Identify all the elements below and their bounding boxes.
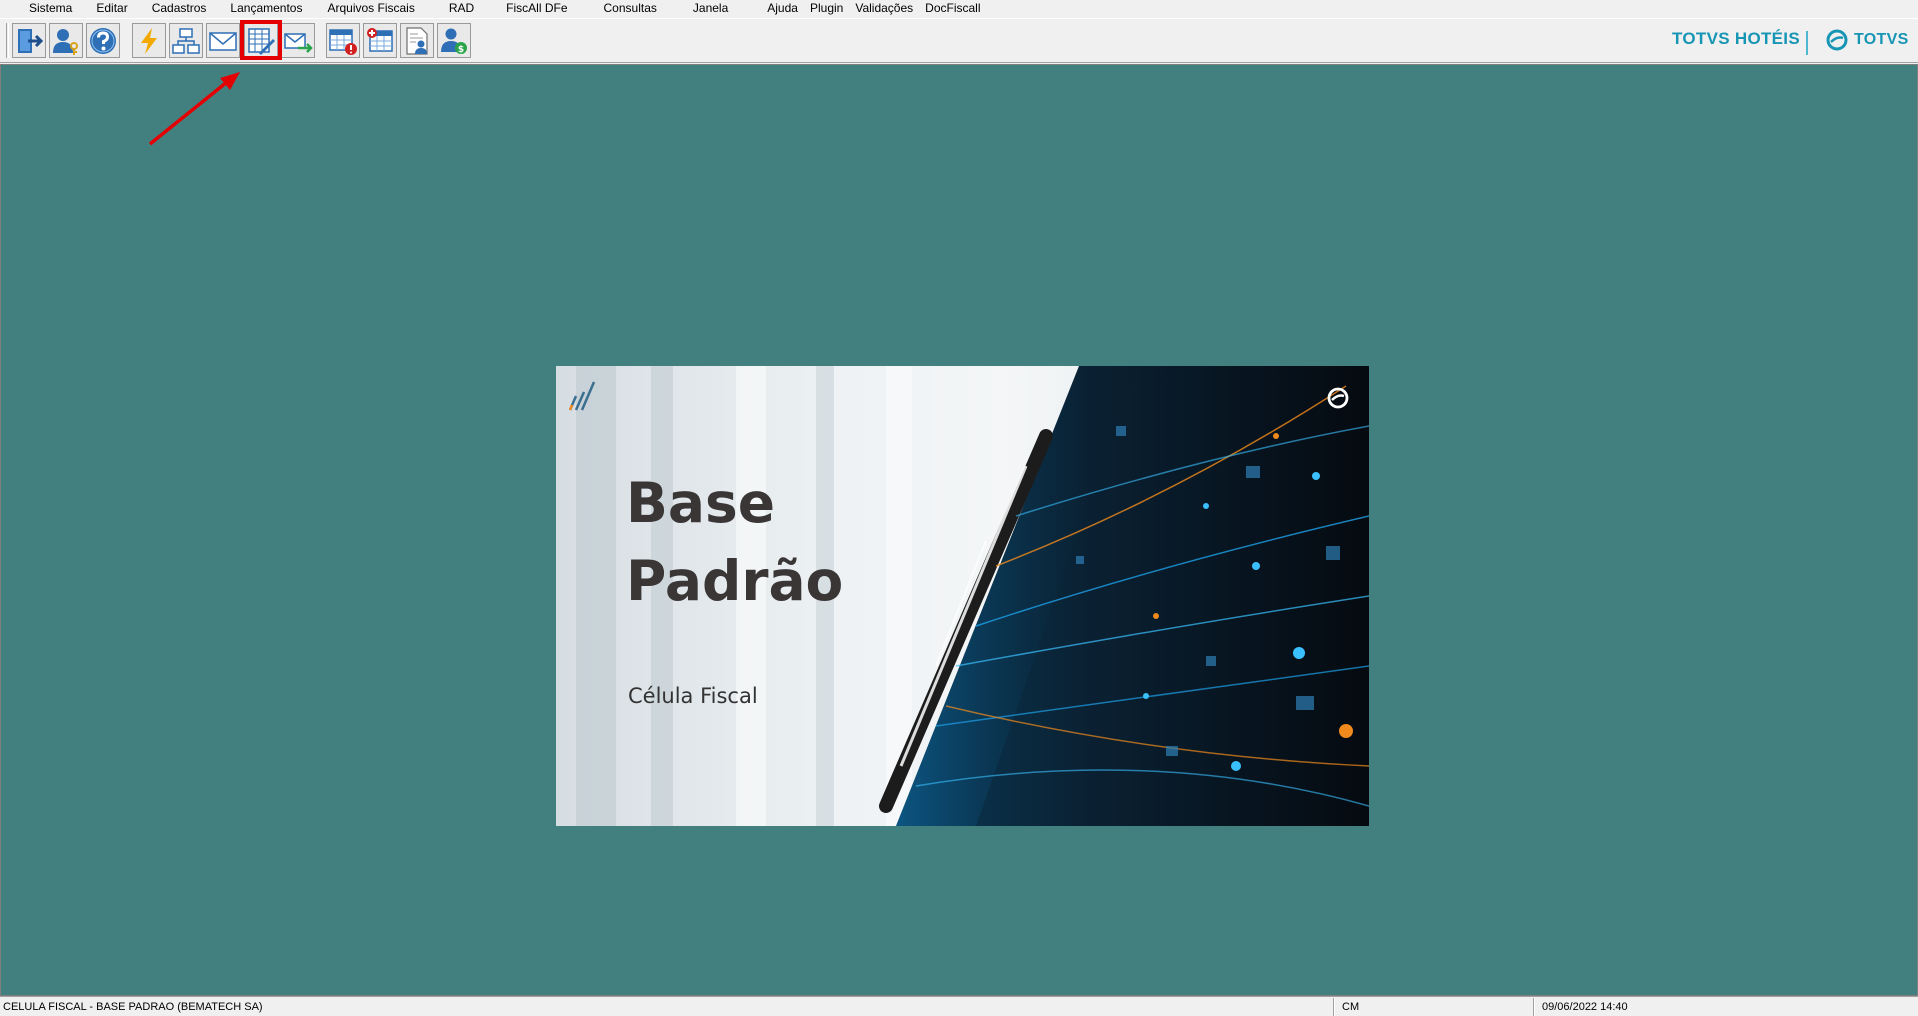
- brand-company: TOTVS: [1826, 29, 1909, 51]
- menu-rad[interactable]: RAD: [443, 0, 480, 18]
- splash-title: Base Padrão: [626, 464, 843, 620]
- toolbar-grip[interactable]: [6, 23, 9, 58]
- mail-icon: [209, 31, 237, 51]
- network-button[interactable]: [169, 23, 203, 58]
- spreadsheet-edit-button[interactable]: [244, 23, 278, 58]
- splash-title-line2: Padrão: [626, 549, 844, 613]
- exit-button[interactable]: [12, 23, 46, 58]
- calendar-alert-icon: [329, 28, 357, 55]
- menu-arquivos-fiscais[interactable]: Arquivos Fiscais: [321, 0, 420, 18]
- brand-separator: [1806, 31, 1808, 55]
- mdi-workspace: Base Padrão Célula Fiscal: [0, 64, 1918, 996]
- svg-text:$: $: [458, 45, 464, 55]
- menu-plugin[interactable]: Plugin: [804, 0, 849, 18]
- menu-consultas[interactable]: Consultas: [598, 0, 663, 18]
- help-icon: [90, 27, 116, 54]
- splash-banner: Base Padrão Célula Fiscal: [556, 366, 1369, 826]
- status-divider: [1533, 998, 1535, 1016]
- document-user-icon: [406, 26, 428, 55]
- status-divider: [1333, 998, 1335, 1016]
- document-user-button[interactable]: [400, 23, 434, 58]
- brand-product-name: TOTVS HOTÉIS: [1672, 29, 1800, 48]
- totvs-logo-icon: [1826, 29, 1848, 51]
- user-money-icon: $: [441, 28, 467, 55]
- splash-slash-mark-icon: [568, 381, 596, 411]
- menu-ajuda[interactable]: Ajuda: [761, 0, 804, 18]
- brand-company-name: TOTVS: [1854, 31, 1909, 48]
- mail-send-icon: [284, 32, 313, 53]
- toolbar: $ TOTVS HOTÉIS TOTVS: [0, 18, 1918, 63]
- schedule-add-button[interactable]: [363, 23, 397, 58]
- user-finance-button[interactable]: $: [437, 23, 471, 58]
- status-bar: CELULA FISCAL - BASE PADRAO (BEMATECH SA…: [0, 996, 1918, 1016]
- menu-bar: Sistema Editar Cadastros Lançamentos Arq…: [0, 0, 1918, 18]
- menu-validacoes[interactable]: Validações: [849, 0, 919, 18]
- calendar-add-icon: [367, 27, 393, 52]
- menu-cadastros[interactable]: Cadastros: [146, 0, 213, 18]
- user-key-icon: [53, 28, 78, 55]
- splash-title-line1: Base: [626, 471, 776, 535]
- status-code: CM: [1342, 1001, 1360, 1013]
- menu-janela[interactable]: Janela: [687, 0, 734, 18]
- status-company: CELULA FISCAL - BASE PADRAO (BEMATECH SA…: [3, 1001, 263, 1013]
- spreadsheet-edit-icon: [248, 27, 275, 55]
- splash-subtitle: Célula Fiscal: [628, 684, 758, 708]
- schedule-alert-button[interactable]: [326, 23, 360, 58]
- network-icon: [172, 27, 200, 54]
- mail-send-button[interactable]: [281, 23, 315, 58]
- menu-fiscall-dfe[interactable]: FiscAll DFe: [500, 0, 573, 18]
- lightning-icon: [141, 27, 157, 54]
- menu-docfiscall[interactable]: DocFiscall: [919, 0, 986, 18]
- mail-button[interactable]: [206, 23, 240, 58]
- status-datetime: 09/06/2022 14:40: [1542, 1001, 1628, 1013]
- help-button[interactable]: [86, 23, 120, 58]
- quick-action-button[interactable]: [132, 23, 166, 58]
- menu-editar[interactable]: Editar: [90, 0, 133, 18]
- menu-sistema[interactable]: Sistema: [23, 0, 78, 18]
- exit-door-icon: [18, 28, 44, 53]
- user-login-button[interactable]: [49, 23, 83, 58]
- totvs-splash-logo-icon: [1327, 387, 1349, 409]
- menu-lancamentos[interactable]: Lançamentos: [224, 0, 308, 18]
